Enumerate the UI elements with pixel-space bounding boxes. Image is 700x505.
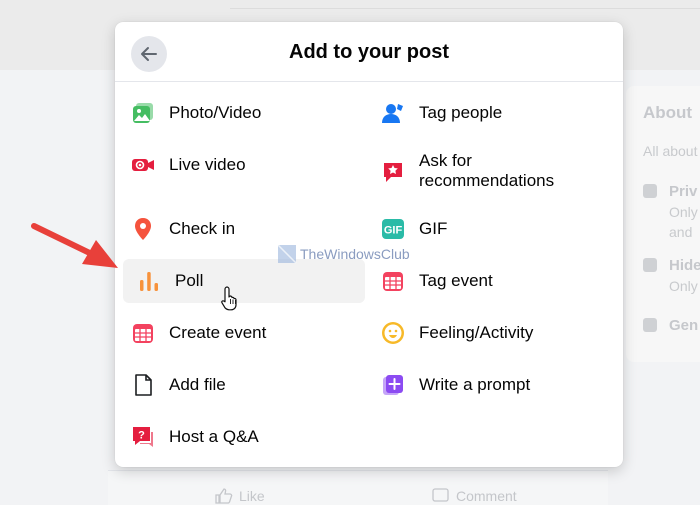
watermark: TheWindowsClub xyxy=(277,244,410,264)
option-add-file[interactable]: Add file xyxy=(117,363,359,407)
add-file-icon xyxy=(131,373,155,397)
option-label: Host a Q&A xyxy=(169,427,259,446)
recommendations-icon xyxy=(381,159,405,183)
red-arrow-icon xyxy=(31,223,118,268)
about-row-hidden: Hide Only xyxy=(643,256,700,296)
create-event-icon xyxy=(131,321,155,345)
hand-cursor-icon xyxy=(221,286,237,311)
option-create-event[interactable]: Create event xyxy=(117,311,359,355)
option-write-prompt[interactable]: Write a prompt xyxy=(367,363,609,407)
divider xyxy=(230,8,700,9)
option-poll[interactable]: Poll xyxy=(123,259,365,303)
option-live-video[interactable]: Live video xyxy=(117,143,359,187)
lock-icon xyxy=(643,184,657,198)
windows-logo-icon xyxy=(277,244,297,264)
option-label: Poll xyxy=(175,271,204,290)
comment-button[interactable]: Comment xyxy=(432,488,517,504)
about-title: About xyxy=(643,103,693,122)
about-row-text: and xyxy=(669,224,693,240)
check-in-icon xyxy=(131,217,155,241)
option-ask-recommendations[interactable]: Ask for recommendations xyxy=(367,143,609,203)
tag-event-icon xyxy=(381,269,405,293)
write-prompt-icon xyxy=(381,373,405,397)
option-label: Create event xyxy=(169,323,267,342)
like-button[interactable]: Like xyxy=(215,488,265,504)
option-label: Ask for recommendations xyxy=(419,151,555,190)
option-label: GIF xyxy=(419,219,448,238)
eye-icon xyxy=(643,258,657,272)
option-label: Photo/Video xyxy=(169,103,262,122)
background-post xyxy=(108,470,608,505)
live-video-icon xyxy=(131,153,155,177)
about-row-title: Hide xyxy=(669,257,700,274)
svg-text:GIF: GIF xyxy=(384,225,403,237)
dialog-title: Add to your post xyxy=(289,41,449,63)
svg-text:?: ? xyxy=(138,430,145,442)
option-label: Tag event xyxy=(419,271,493,290)
comment-label: Comment xyxy=(456,488,517,504)
option-host-qa[interactable]: ? Host a Q&A xyxy=(117,415,359,459)
option-label: Write a prompt xyxy=(419,375,531,394)
tag-people-icon xyxy=(381,101,405,125)
option-label: Tag people xyxy=(419,103,503,122)
option-photo-video[interactable]: Photo/Video xyxy=(117,91,359,135)
comment-icon xyxy=(432,488,449,502)
gif-icon: GIF xyxy=(381,217,405,241)
option-tag-people[interactable]: Tag people xyxy=(367,91,609,135)
host-qa-icon: ? xyxy=(131,425,155,449)
about-subtitle: All about xyxy=(643,143,698,159)
like-icon xyxy=(215,488,233,504)
watermark-text: TheWindowsClub xyxy=(300,246,410,262)
option-tag-event[interactable]: Tag event xyxy=(367,259,609,303)
option-label: Feeling/Activity xyxy=(419,323,534,342)
photo-video-icon xyxy=(131,101,155,125)
about-row-general: Gen xyxy=(643,316,698,336)
feeling-icon xyxy=(381,321,405,345)
group-icon xyxy=(643,318,657,332)
poll-icon xyxy=(137,269,161,293)
option-label: Check in xyxy=(169,219,236,238)
about-card: About All about Priv Only and Hide Only … xyxy=(626,86,700,362)
option-label: Add file xyxy=(169,375,226,394)
option-label: Live video xyxy=(169,155,246,174)
about-row-title: Gen xyxy=(669,317,699,334)
about-row-title: Priv xyxy=(669,183,698,200)
about-row-text: Only xyxy=(669,204,698,220)
option-feeling-activity[interactable]: Feeling/Activity xyxy=(367,311,609,355)
like-label: Like xyxy=(239,488,265,504)
dialog-header: Add to your post xyxy=(115,22,623,82)
about-row-privacy: Priv Only and xyxy=(643,182,698,242)
about-row-text: Only xyxy=(669,278,698,294)
